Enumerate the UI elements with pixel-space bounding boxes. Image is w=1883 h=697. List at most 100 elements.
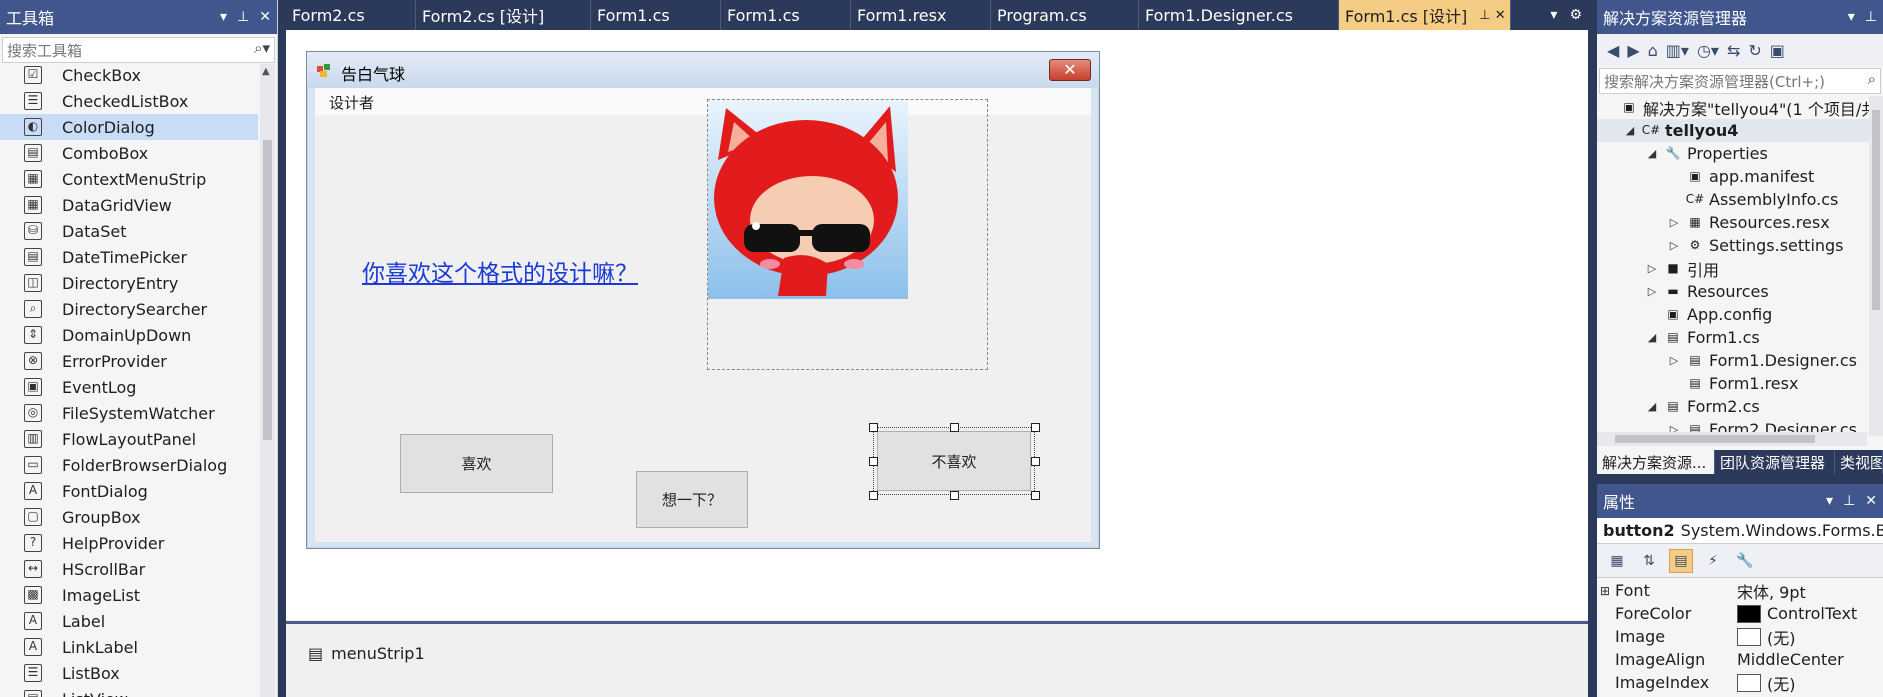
toolbox-item[interactable]: ◐ ColorDialog	[0, 114, 258, 140]
dropdown-icon[interactable]: ▾	[1826, 493, 1833, 509]
tab-document[interactable]: Form1.Designer.cs	[1139, 0, 1339, 30]
toolbox-item[interactable]: ▤ ListView	[0, 686, 258, 697]
tree-item[interactable]: ▷ ⚙ Settings.settings	[1597, 234, 1873, 257]
expand-arrow-icon[interactable]: ▷	[1645, 285, 1659, 298]
toolbox-item[interactable]: ? HelpProvider	[0, 530, 258, 556]
design-surface[interactable]: 告白气球 ✕ 设计者 你喜欢这个格式的设计嘛？ 喜欢 想一下？ 不喜欢	[286, 30, 1588, 620]
refresh-icon[interactable]: ↻	[1748, 41, 1761, 60]
pin-icon[interactable]: ⊥	[237, 9, 249, 25]
tree-item[interactable]: ▷ ▦ Resources.resx	[1597, 211, 1873, 234]
property-row[interactable]: ForeColor ControlText	[1597, 602, 1883, 625]
tab-document[interactable]: Form1.cs	[591, 0, 721, 30]
dropdown-icon[interactable]: ▾	[1848, 9, 1855, 25]
property-row[interactable]: ⊞ Font 宋体, 9pt	[1597, 579, 1883, 602]
tab-document[interactable]: Form1.cs [设计] ⊥ ✕	[1339, 0, 1511, 30]
solution-horizontal-scrollbar[interactable]	[1597, 432, 1867, 446]
property-value-cell[interactable]: (无)	[1737, 671, 1796, 694]
tree-item[interactable]: C# AssemblyInfo.cs	[1597, 188, 1873, 211]
tree-item[interactable]: ▷ ■ 引用	[1597, 257, 1873, 280]
property-value-cell[interactable]: 宋体, 9pt	[1737, 579, 1806, 602]
home-icon[interactable]: ⌂	[1648, 41, 1658, 60]
toolbox-item[interactable]: ▣ EventLog	[0, 374, 258, 400]
resize-handle[interactable]	[1031, 491, 1040, 500]
tree-item[interactable]: ◢ ▤ Form2.cs	[1597, 395, 1873, 418]
tree-item[interactable]: ▷ ▤ Form1.Designer.cs	[1597, 349, 1873, 372]
property-pages-icon[interactable]: 🔧	[1733, 549, 1757, 573]
bottom-tab[interactable]: 解决方案资源...	[1597, 450, 1715, 474]
toolbox-search-input[interactable]: 搜索工具箱 ⌕▾	[2, 37, 275, 63]
tab-document[interactable]: Program.cs	[991, 0, 1139, 30]
pin-icon[interactable]: ⊥	[1865, 9, 1877, 25]
expand-icon[interactable]: ⊞	[1597, 584, 1613, 598]
toolbox-item[interactable]: ▤ ComboBox	[0, 140, 258, 166]
property-row[interactable]: Image (无)	[1597, 625, 1883, 648]
toolbox-item[interactable]: ▩ ImageList	[0, 582, 258, 608]
tray-component-menustrip[interactable]: ▤ menuStrip1	[308, 644, 425, 663]
question-link-label[interactable]: 你喜欢这个格式的设计嘛？	[362, 254, 638, 288]
toolbox-item[interactable]: A LinkLabel	[0, 634, 258, 660]
expand-arrow-icon[interactable]: ◢	[1645, 400, 1659, 413]
gear-icon[interactable]: ⚙	[1569, 7, 1582, 23]
solution-vertical-scrollbar[interactable]	[1869, 96, 1883, 436]
toolbox-item[interactable]: ⌕ DirectorySearcher	[0, 296, 258, 322]
bottom-tab[interactable]: 类视图	[1835, 450, 1883, 474]
form-client-area[interactable]: 设计者 你喜欢这个格式的设计嘛？ 喜欢 想一下？ 不喜欢	[315, 88, 1091, 542]
events-icon[interactable]: ⚡	[1701, 549, 1725, 573]
toolbox-item[interactable]: ☰ ListBox	[0, 660, 258, 686]
toolbox-item[interactable]: ↔ HScrollBar	[0, 556, 258, 582]
tree-item[interactable]: ◢ C# tellyou4	[1597, 119, 1873, 142]
resize-handle[interactable]	[1031, 423, 1040, 432]
property-value-cell[interactable]: ControlText	[1737, 604, 1857, 623]
forward-icon[interactable]: ▶	[1627, 41, 1639, 60]
bottom-tab[interactable]: 团队资源管理器	[1715, 450, 1835, 474]
form-designer-window[interactable]: 告白气球 ✕ 设计者 你喜欢这个格式的设计嘛？ 喜欢 想一下？ 不喜欢	[306, 51, 1100, 549]
expand-arrow-icon[interactable]: ◢	[1623, 124, 1637, 137]
tab-document[interactable]: Form2.cs [设计]	[416, 0, 591, 30]
alphabetical-icon[interactable]: ⇅	[1637, 549, 1661, 573]
expand-arrow-icon[interactable]: ▷	[1667, 216, 1681, 229]
search-icon[interactable]: ⌕▾	[254, 39, 270, 57]
scroll-thumb[interactable]	[1615, 435, 1815, 443]
tab-document[interactable]: Form2.cs	[286, 0, 416, 30]
resize-handle[interactable]	[1031, 457, 1040, 466]
collapse-all-icon[interactable]: ▣	[1770, 41, 1785, 60]
property-row[interactable]: ImageAlign MiddleCenter	[1597, 648, 1883, 671]
back-icon[interactable]: ◀	[1607, 41, 1619, 60]
tree-item[interactable]: ▣ App.config	[1597, 303, 1873, 326]
dropdown-icon[interactable]: ▾	[220, 9, 227, 25]
property-value-cell[interactable]: MiddleCenter	[1737, 650, 1844, 669]
properties-icon[interactable]: ▤	[1669, 548, 1693, 573]
form-close-button[interactable]: ✕	[1049, 59, 1091, 81]
toolbox-item[interactable]: ◫ DirectoryEntry	[0, 270, 258, 296]
expand-arrow-icon[interactable]: ◢	[1645, 147, 1659, 160]
toolbox-item[interactable]: ▦ ContextMenuStrip	[0, 166, 258, 192]
sync-icon[interactable]: ⇆	[1727, 41, 1740, 60]
tab-dropdown-icon[interactable]: ▾	[1550, 7, 1557, 23]
tab-pin-close-icon[interactable]: ⊥ ✕	[1479, 8, 1505, 23]
tree-item[interactable]: ◢ 🔧 Properties	[1597, 142, 1873, 165]
expand-arrow-icon[interactable]: ◢	[1645, 331, 1659, 344]
toolbox-item[interactable]: ◎ FileSystemWatcher	[0, 400, 258, 426]
resize-handle[interactable]	[869, 457, 878, 466]
picture-box[interactable]	[707, 99, 988, 370]
tree-item[interactable]: ▷ ▬ Resources	[1597, 280, 1873, 303]
close-icon[interactable]: ✕	[259, 9, 271, 25]
tree-item[interactable]: ▣ app.manifest	[1597, 165, 1873, 188]
toolbox-item[interactable]: ▢ GroupBox	[0, 504, 258, 530]
resize-handle[interactable]	[869, 423, 878, 432]
tree-item[interactable]: ▣ 解决方案"tellyou4"(1 个项目/共 1 个)	[1597, 96, 1873, 119]
property-value-cell[interactable]: (无)	[1737, 625, 1796, 648]
toolbox-item[interactable]: ☑ CheckBox	[0, 62, 258, 88]
history-icon[interactable]: ◷▾	[1697, 41, 1719, 60]
expand-arrow-icon[interactable]: ▷	[1645, 262, 1659, 275]
toolbox-item[interactable]: ⛁ DataSet	[0, 218, 258, 244]
resize-handle[interactable]	[950, 423, 959, 432]
toolbox-item[interactable]: ▭ FolderBrowserDialog	[0, 452, 258, 478]
toolbox-item[interactable]: ⊗ ErrorProvider	[0, 348, 258, 374]
scroll-thumb[interactable]	[263, 140, 272, 440]
toolbox-item[interactable]: A Label	[0, 608, 258, 634]
tab-document[interactable]: Form1.resx	[851, 0, 991, 30]
search-icon[interactable]: ⌕	[1868, 70, 1876, 88]
expand-arrow-icon[interactable]: ▷	[1667, 239, 1681, 252]
think-button[interactable]: 想一下？	[636, 471, 748, 528]
